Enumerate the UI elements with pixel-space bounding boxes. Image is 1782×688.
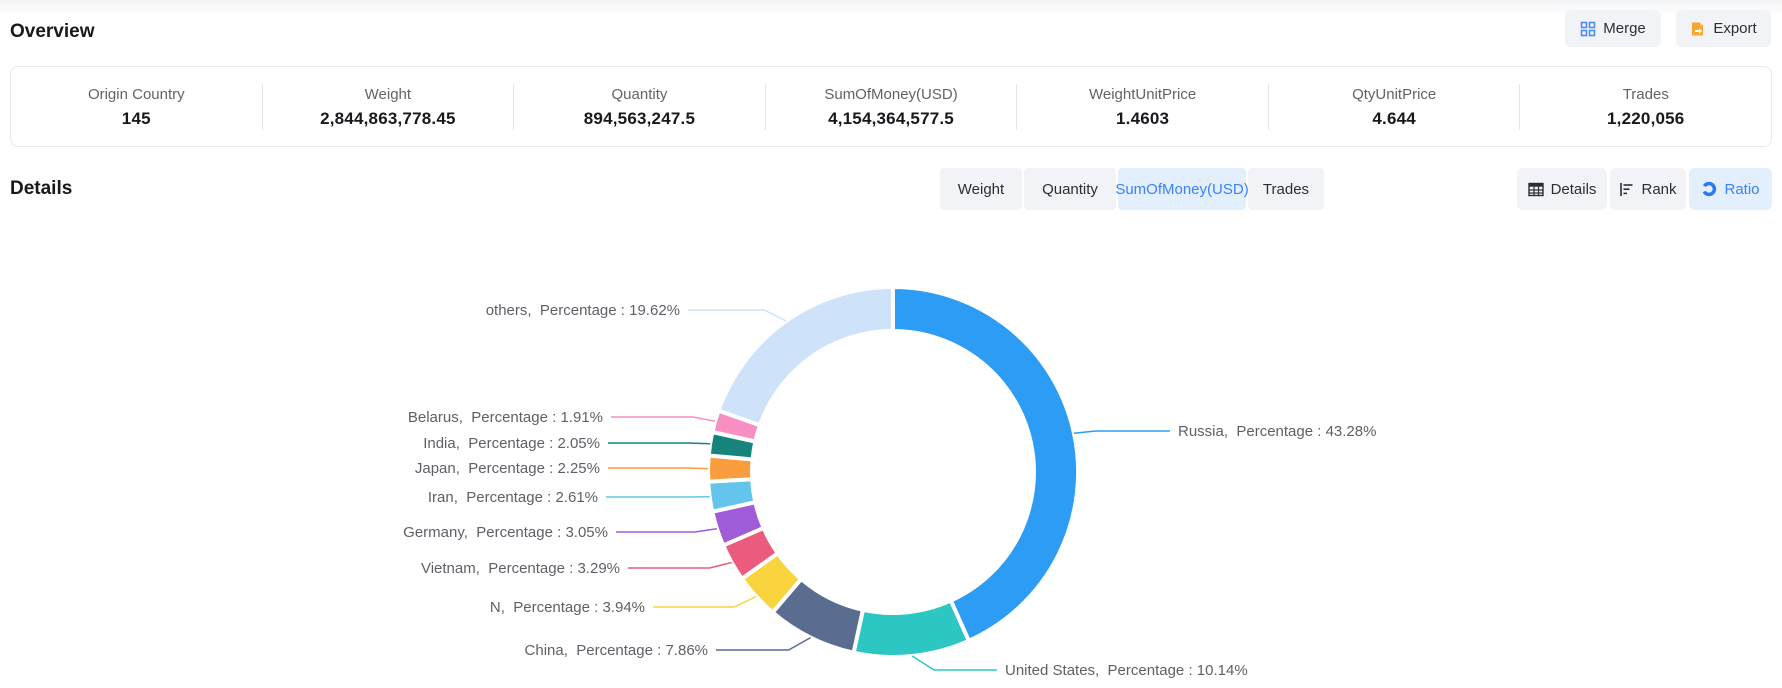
pie-label-china: China, Percentage : 7.86% (525, 642, 708, 659)
rank-icon (1619, 182, 1634, 197)
pie-label-russia: Russia, Percentage : 43.28% (1178, 423, 1376, 440)
stat-trades: Trades 1,220,056 (1520, 67, 1771, 146)
merge-button[interactable]: Merge (1565, 10, 1661, 47)
pie-leader-line (611, 417, 715, 421)
view-tab-group: Details Rank Ratio (1517, 168, 1772, 210)
pie-label-others: others, Percentage : 19.62% (486, 302, 680, 319)
donut-icon (1701, 181, 1717, 197)
pie-slice-russia[interactable] (893, 287, 1078, 641)
metric-tab-group: Weight Quantity SumOfMoney(USD) Trades (940, 168, 1324, 210)
stat-weight: Weight 2,844,863,778.45 (263, 67, 514, 146)
table-icon (1528, 182, 1544, 197)
stat-qty-unit-price: QtyUnitPrice 4.644 (1269, 67, 1520, 146)
pie-leader-line (608, 443, 710, 444)
merge-button-label: Merge (1603, 20, 1646, 37)
top-fade-decoration (0, 0, 1782, 16)
tab-label: Rank (1641, 181, 1676, 198)
tab-label: Details (1551, 181, 1597, 198)
pie-label-belarus: Belarus, Percentage : 1.91% (408, 409, 603, 426)
stat-value: 1.4603 (1116, 109, 1169, 129)
pie-slice-others[interactable] (719, 287, 894, 425)
pie-leader-line (628, 563, 732, 569)
ratio-chart: Russia, Percentage : 43.28% United States… (0, 210, 1782, 688)
tab-sum-of-money-usd[interactable]: SumOfMoney(USD) (1118, 168, 1246, 210)
stat-value: 4,154,364,577.5 (828, 109, 954, 129)
stat-label: WeightUnitPrice (1089, 86, 1196, 103)
stat-label: Weight (365, 86, 411, 103)
stat-quantity: Quantity 894,563,247.5 (514, 67, 765, 146)
tab-quantity[interactable]: Quantity (1024, 168, 1116, 210)
pie-label-united-states: United States, Percentage : 10.14% (1005, 662, 1248, 679)
stat-label: Quantity (612, 86, 668, 103)
donut-chart-svg: Russia, Percentage : 43.28% United States… (0, 210, 1782, 688)
stat-label: QtyUnitPrice (1352, 86, 1436, 103)
stat-value: 1,220,056 (1607, 109, 1684, 129)
export-button-label: Export (1713, 20, 1756, 37)
tab-label: Quantity (1042, 181, 1098, 198)
pie-label-n: N, Percentage : 3.94% (490, 599, 645, 616)
stat-label: SumOfMoney(USD) (824, 86, 957, 103)
pie-label-india: India, Percentage : 2.05% (423, 435, 600, 452)
pie-leader-line (912, 656, 997, 670)
stat-label: Trades (1623, 86, 1669, 103)
tab-details-view[interactable]: Details (1517, 168, 1607, 210)
stat-sum-of-money: SumOfMoney(USD) 4,154,364,577.5 (766, 67, 1017, 146)
tab-label: Trades (1263, 181, 1309, 198)
tab-trades[interactable]: Trades (1248, 168, 1324, 210)
pie-leader-line (688, 310, 786, 321)
export-icon (1690, 21, 1706, 37)
overview-title: Overview (10, 21, 95, 43)
details-title: Details (10, 178, 72, 200)
merge-icon (1580, 21, 1596, 37)
pie-label-iran: Iran, Percentage : 2.61% (428, 489, 598, 506)
tab-label: SumOfMoney(USD) (1115, 181, 1248, 198)
tab-rank-view[interactable]: Rank (1610, 168, 1686, 210)
trade-dashboard: Overview Merge Export Orig (0, 0, 1782, 688)
pie-slice-united-states[interactable] (854, 601, 969, 657)
stat-weight-unit-price: WeightUnitPrice 1.4603 (1017, 67, 1268, 146)
pie-label-vietnam: Vietnam, Percentage : 3.29% (421, 560, 620, 577)
pie-label-germany: Germany, Percentage : 3.05% (403, 524, 608, 541)
stat-value: 2,844,863,778.45 (320, 109, 456, 129)
stat-value: 4.644 (1372, 109, 1416, 129)
pie-label-japan: Japan, Percentage : 2.25% (415, 460, 600, 477)
pie-leader-line (716, 638, 811, 650)
stat-value: 145 (122, 109, 151, 129)
pie-leader-line (616, 529, 717, 532)
tab-weight[interactable]: Weight (940, 168, 1022, 210)
stat-value: 894,563,247.5 (584, 109, 695, 129)
tab-ratio-view[interactable]: Ratio (1689, 168, 1772, 210)
pie-leader-line (1074, 431, 1170, 433)
pie-leader-line (608, 468, 708, 469)
tab-label: Ratio (1724, 181, 1759, 198)
export-button[interactable]: Export (1676, 10, 1771, 47)
pie-leader-line (653, 597, 756, 608)
tab-label: Weight (958, 181, 1004, 198)
overview-stats-card: Origin Country 145 Weight 2,844,863,778.… (10, 66, 1772, 147)
stat-origin-country: Origin Country 145 (11, 67, 262, 146)
stat-label: Origin Country (88, 86, 185, 103)
